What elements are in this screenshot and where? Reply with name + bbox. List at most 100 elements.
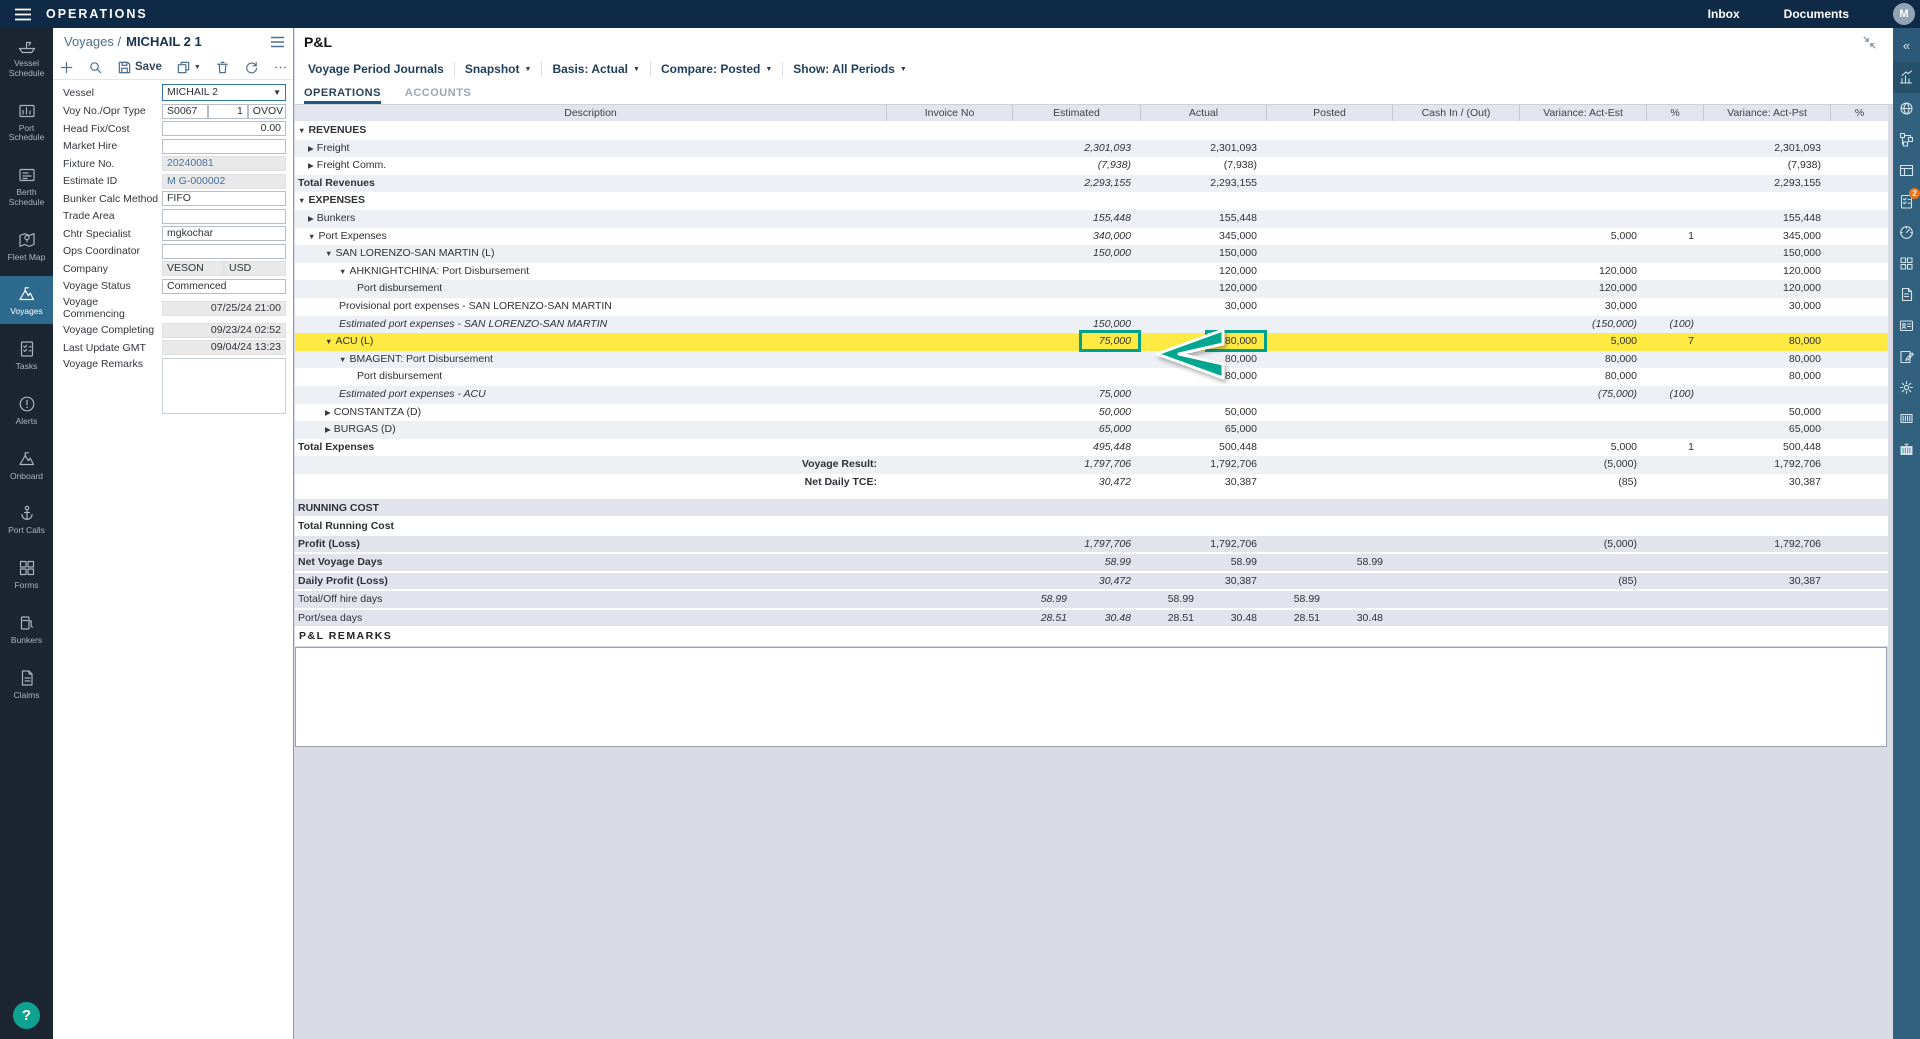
table-row-san-lorenzo-san-martin-l[interactable]: ▼SAN LORENZO-SAN MARTIN (L)150,000150,00…: [295, 245, 1888, 263]
breadcrumb[interactable]: Voyages /: [64, 34, 121, 49]
right-nav-analytics-button[interactable]: [1893, 62, 1920, 93]
expand-row-icon[interactable]: ▶: [308, 210, 314, 228]
field-input[interactable]: [162, 139, 286, 154]
table-row-total-running-cost[interactable]: Total Running Cost: [295, 518, 1888, 536]
collapse-panel-icon[interactable]: [1862, 35, 1877, 50]
right-nav-crane-container-button[interactable]: [1893, 434, 1920, 465]
field-cell[interactable]: USD: [224, 261, 286, 276]
table-row-total-revenues[interactable]: Total Revenues2,293,1552,293,1552,293,15…: [295, 175, 1888, 193]
table-row-total-off-hire-days[interactable]: Total/Off hire days58.9958.9958.99: [295, 591, 1888, 610]
field-link[interactable]: M G-000002: [162, 174, 286, 189]
table-row-expenses[interactable]: ▼EXPENSES: [295, 192, 1888, 210]
right-nav-settings-gear-button[interactable]: [1893, 372, 1920, 403]
search-button[interactable]: [88, 60, 103, 75]
field-input[interactable]: 0.00: [162, 121, 286, 136]
field-cell[interactable]: 1: [208, 104, 248, 119]
collapse-row-icon[interactable]: ▼: [308, 228, 315, 246]
sidebar-item-bunkers[interactable]: Bunkers: [0, 605, 53, 653]
help-button[interactable]: ?: [13, 1002, 40, 1029]
collapse-row-icon[interactable]: ▼: [298, 122, 305, 140]
right-nav-globe-sync-button[interactable]: [1893, 93, 1920, 124]
table-row-running-cost[interactable]: RUNNING COST: [295, 499, 1888, 518]
sidebar-item-alerts[interactable]: Alerts: [0, 386, 53, 434]
sidebar-item-port-schedule[interactable]: Port Schedule: [0, 93, 53, 151]
sidebar-item-fleet-map[interactable]: Fleet Map: [0, 222, 53, 270]
table-row-port-expenses[interactable]: ▼Port Expenses340,000345,0005,0001345,00…: [295, 228, 1888, 246]
field-input[interactable]: [162, 244, 286, 259]
collapse-row-icon[interactable]: ▼: [298, 192, 305, 210]
refresh-button[interactable]: [244, 60, 259, 75]
table-row-revenues[interactable]: ▼REVENUES: [295, 122, 1888, 140]
field-input[interactable]: Commenced: [162, 279, 286, 294]
pnl-toolbar-snapshot[interactable]: Snapshot▼: [455, 62, 542, 76]
expand-row-icon[interactable]: ▶: [325, 421, 331, 439]
table-row-net-daily-tce[interactable]: Net Daily TCE:30,47230,387(85)30,387: [295, 474, 1888, 492]
right-nav-gauge-button[interactable]: [1893, 217, 1920, 248]
pnl-toolbar-compare-posted[interactable]: Compare: Posted▼: [651, 62, 782, 76]
table-row-constantza-d[interactable]: ▶CONSTANTZA (D)50,00050,00050,000: [295, 404, 1888, 422]
table-row-freight[interactable]: ▶Freight2,301,0932,301,0932,301,093: [295, 140, 1888, 158]
field-cell[interactable]: OVOV: [248, 104, 286, 119]
save-button[interactable]: Save: [117, 60, 162, 75]
field-link[interactable]: 20240081: [162, 156, 286, 171]
table-row-port-sea-days[interactable]: Port/sea days28.5130.4828.5130.4828.5130…: [295, 610, 1888, 629]
right-nav-apps-grid-button[interactable]: [1893, 248, 1920, 279]
field-readonly[interactable]: 07/25/24 21:00: [162, 301, 286, 316]
tab-accounts[interactable]: ACCOUNTS: [405, 81, 471, 104]
table-row-burgas-d[interactable]: ▶BURGAS (D)65,00065,00065,000: [295, 421, 1888, 439]
field-readonly[interactable]: 09/04/24 13:23: [162, 340, 286, 355]
collapse-row-icon[interactable]: ▼: [325, 333, 332, 351]
table-row-freight-comm[interactable]: ▶Freight Comm.(7,938)(7,938)(7,938): [295, 157, 1888, 175]
more-button[interactable]: [273, 60, 288, 75]
copy-button[interactable]: ▼: [176, 60, 201, 75]
field-readonly[interactable]: 09/23/24 02:52: [162, 323, 286, 338]
voyage-remarks-input[interactable]: [162, 358, 286, 414]
expand-row-icon[interactable]: ▶: [308, 140, 314, 158]
collapse-row-icon[interactable]: ▼: [339, 263, 346, 281]
table-row-profit-loss[interactable]: Profit (Loss)1,797,7061,792,706(5,000)1,…: [295, 536, 1888, 555]
field-input[interactable]: FIFO: [162, 191, 286, 206]
inbox-link[interactable]: Inbox: [1708, 7, 1740, 21]
field-cell[interactable]: S0067: [162, 104, 208, 119]
table-row-voyage-result[interactable]: Voyage Result:1,797,7061,792,706(5,000)1…: [295, 456, 1888, 474]
sidebar-item-forms[interactable]: Forms: [0, 550, 53, 598]
sidebar-item-voyages[interactable]: Voyages: [0, 276, 53, 324]
add-button[interactable]: [59, 60, 74, 75]
hamburger-menu-icon[interactable]: [0, 8, 46, 21]
table-row-net-voyage-days[interactable]: Net Voyage Days58.9958.9958.99: [295, 554, 1888, 573]
field-input[interactable]: [162, 209, 286, 224]
pnl-remarks-input[interactable]: [295, 647, 1887, 747]
documents-link[interactable]: Documents: [1784, 7, 1849, 21]
vessel-select[interactable]: MICHAIL 2▼: [162, 84, 286, 101]
panel-menu-icon[interactable]: [270, 36, 285, 48]
expand-row-icon[interactable]: ▶: [325, 404, 331, 422]
tab-operations[interactable]: OPERATIONS: [304, 81, 381, 104]
right-nav-container-button[interactable]: [1893, 403, 1920, 434]
table-row-acu-l[interactable]: ▼ACU (L)75,00080,0005,000780,000: [295, 333, 1888, 351]
user-avatar[interactable]: M: [1893, 3, 1915, 25]
table-row-bunkers[interactable]: ▶Bunkers155,448155,448155,448: [295, 210, 1888, 228]
right-nav-hierarchy-button[interactable]: [1893, 124, 1920, 155]
table-row-bmagent-port-disbursement[interactable]: ▼BMAGENT: Port Disbursement80,00080,0008…: [295, 351, 1888, 369]
right-nav-id-card-button[interactable]: [1893, 310, 1920, 341]
table-row-daily-profit-loss[interactable]: Daily Profit (Loss)30,47230,387(85)30,38…: [295, 573, 1888, 592]
collapse-row-icon[interactable]: ▼: [325, 245, 332, 263]
right-nav-collapse-right-button[interactable]: «: [1893, 28, 1920, 62]
pnl-toolbar-basis-actual[interactable]: Basis: Actual▼: [542, 62, 650, 76]
sidebar-item-onboard[interactable]: Onboard: [0, 441, 53, 489]
pnl-toolbar-voyage-period-journals[interactable]: Voyage Period Journals: [298, 62, 454, 76]
field-cell[interactable]: VESON: [162, 261, 224, 276]
expand-row-icon[interactable]: ▶: [308, 157, 314, 175]
table-row-ahknightchina-port-disbursement[interactable]: ▼AHKNIGHTCHINA: Port Disbursement120,000…: [295, 263, 1888, 281]
table-row-port-disbursement[interactable]: Port disbursement80,00080,00080,000: [295, 368, 1888, 386]
table-row-total-expenses[interactable]: Total Expenses495,448500,4485,0001500,44…: [295, 439, 1888, 457]
sidebar-item-claims[interactable]: Claims: [0, 660, 53, 708]
delete-button[interactable]: [215, 60, 230, 75]
sidebar-item-vessel-schedule[interactable]: Vessel Schedule: [0, 28, 53, 86]
right-nav-task-list-button[interactable]: 2: [1893, 186, 1920, 217]
field-input[interactable]: mgkochar: [162, 226, 286, 241]
pnl-toolbar-show-all-periods[interactable]: Show: All Periods▼: [783, 62, 917, 76]
collapse-row-icon[interactable]: ▼: [339, 351, 346, 369]
table-row-provisional-port-expenses-san-lorenzo-san-martin[interactable]: Provisional port expenses - SAN LORENZO-…: [295, 298, 1888, 316]
table-row-port-disbursement[interactable]: Port disbursement120,000120,000120,000: [295, 280, 1888, 298]
